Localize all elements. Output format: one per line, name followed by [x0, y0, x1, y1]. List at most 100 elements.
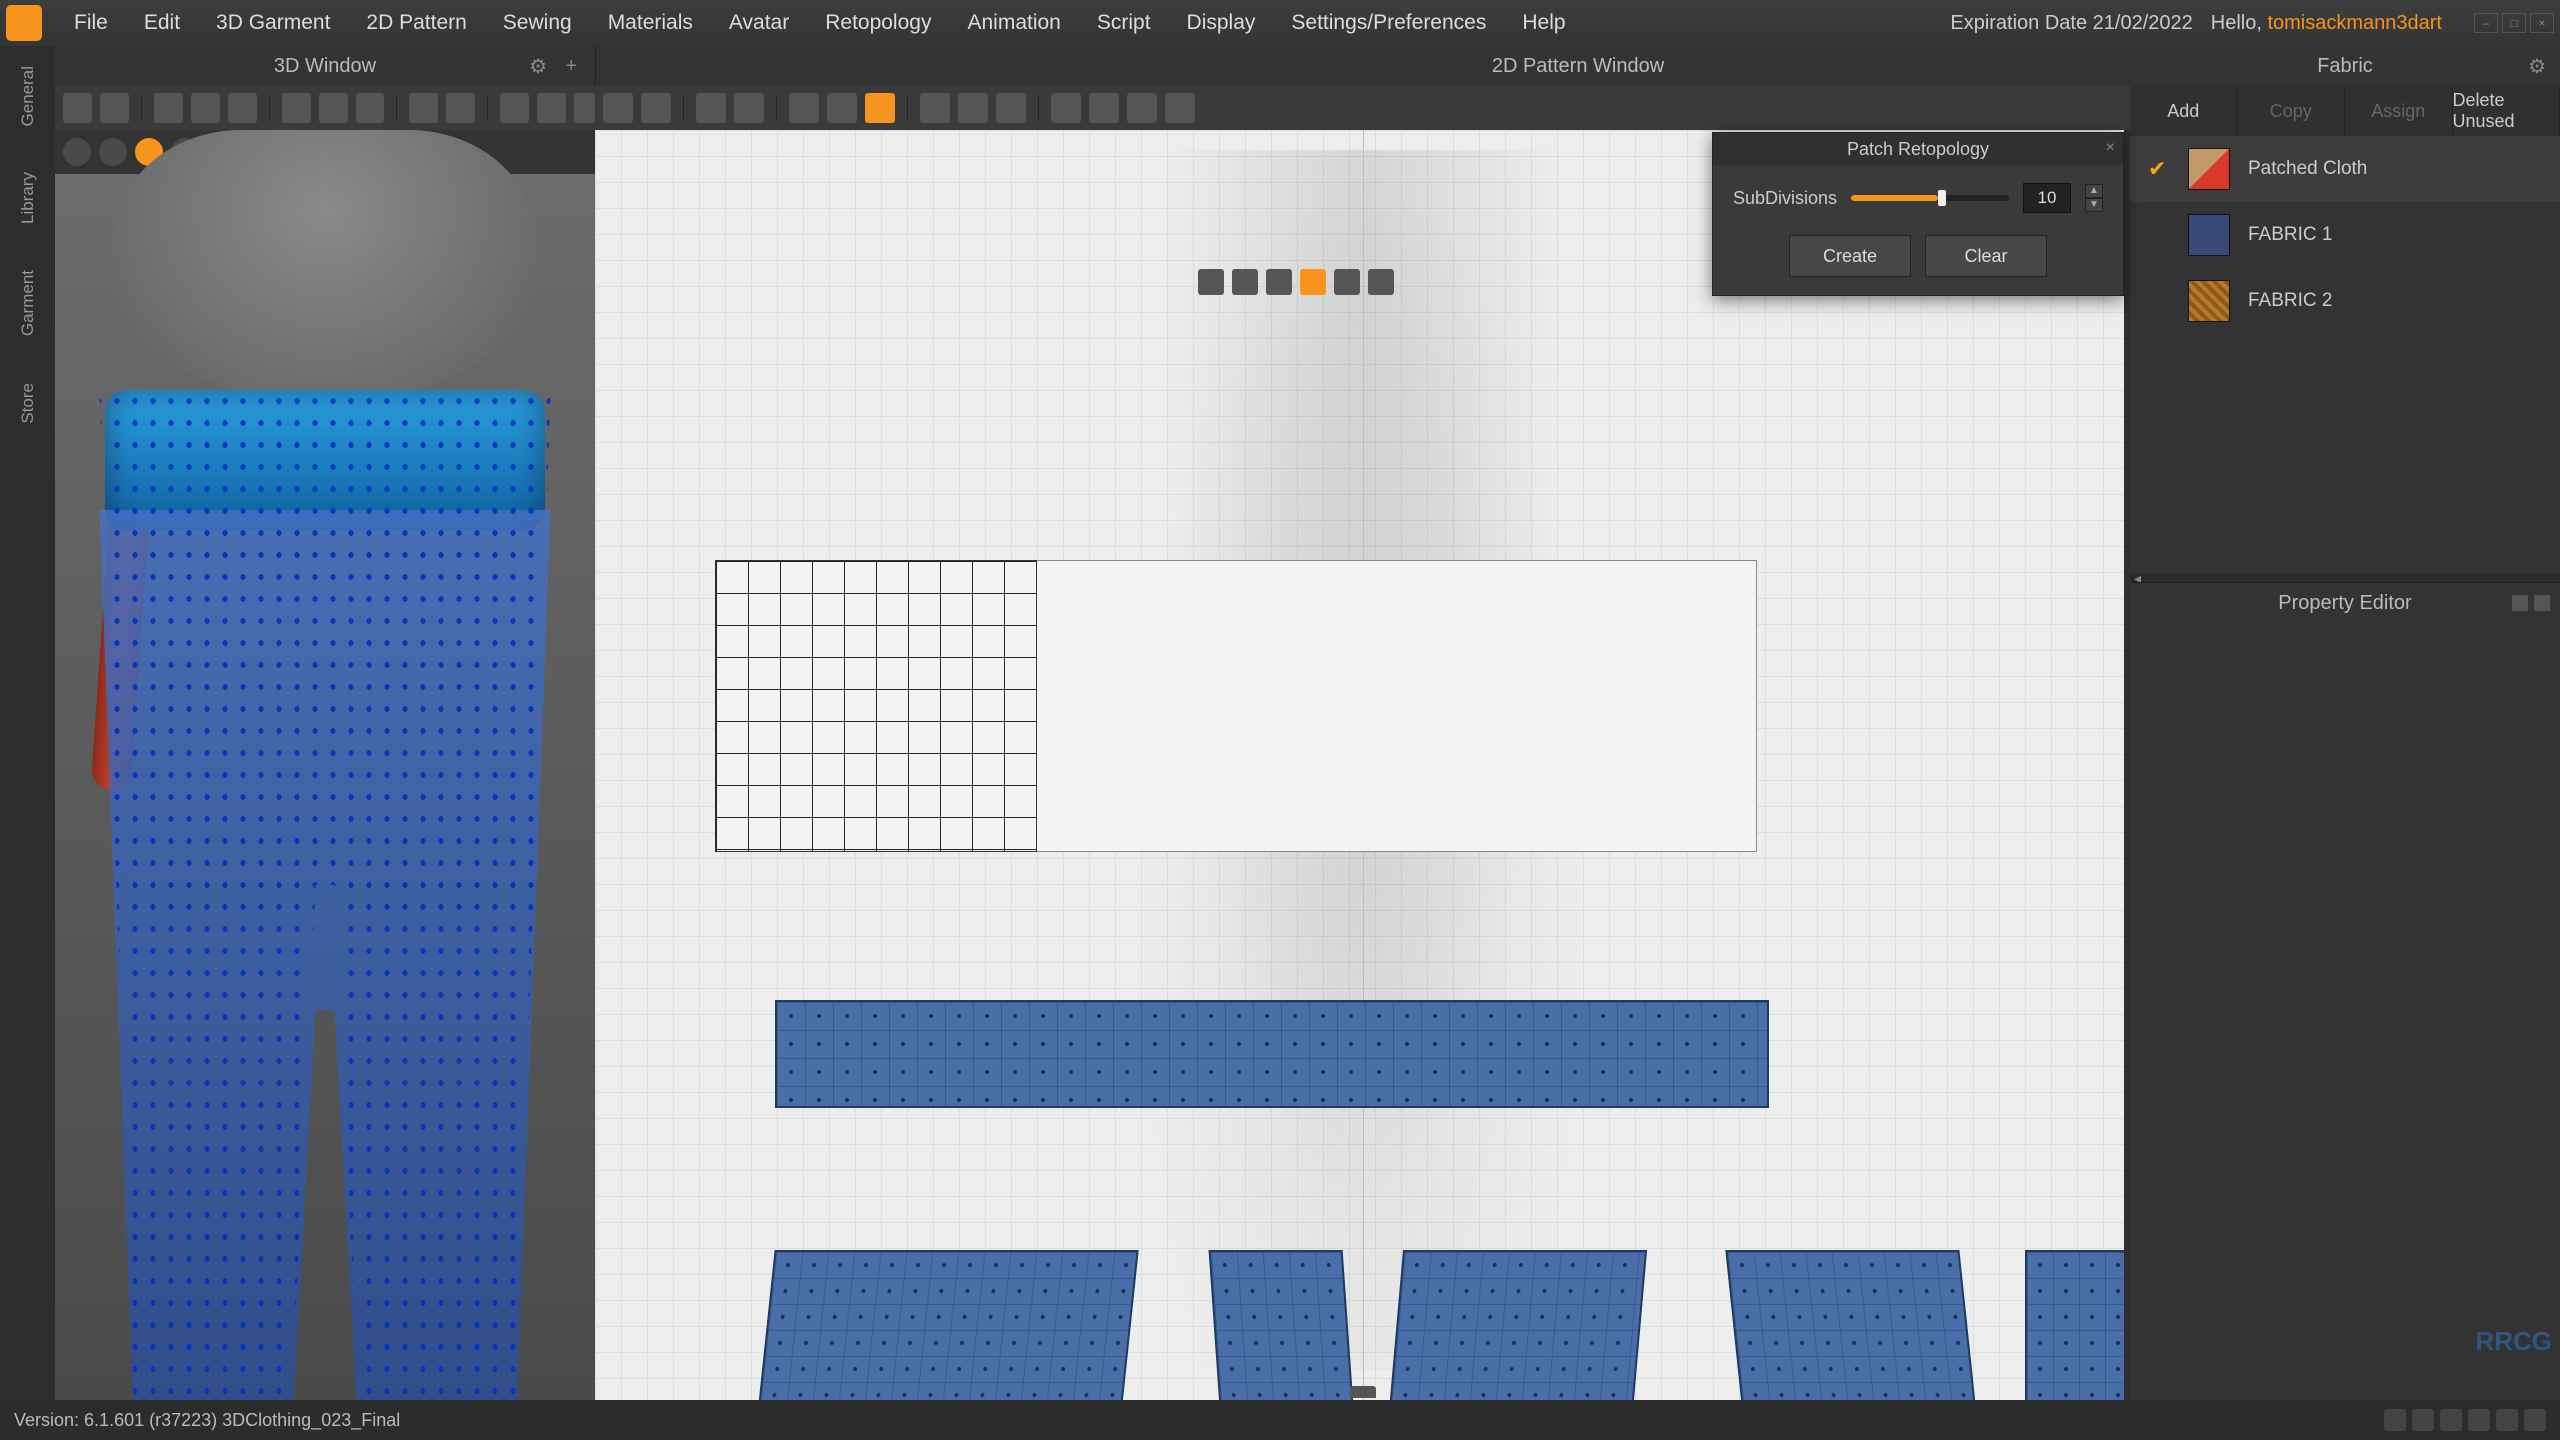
tool-rotate-icon[interactable] — [319, 93, 348, 123]
tab-fabric[interactable]: Fabric ⚙ — [2130, 46, 2560, 86]
menu-edit[interactable]: Edit — [126, 11, 198, 35]
dialog-titlebar[interactable]: Patch Retopology × — [1713, 133, 2123, 165]
tool2d-dart-icon[interactable] — [920, 93, 950, 123]
rail-general[interactable]: General — [18, 56, 38, 136]
dialog-close-icon[interactable]: × — [2106, 139, 2115, 157]
menu-materials[interactable]: Materials — [590, 11, 711, 35]
tab-3d-settings-icon[interactable]: ⚙ — [529, 54, 547, 79]
tab-3d-window[interactable]: 3D Window + ⚙ — [55, 46, 596, 86]
rail-garment[interactable]: Garment — [18, 260, 38, 346]
shade-1-icon[interactable] — [63, 138, 91, 166]
viewport-3d[interactable] — [55, 130, 595, 1400]
tool2d-cut-icon[interactable] — [789, 93, 819, 123]
subdivisions-slider[interactable] — [1851, 195, 2009, 201]
view2d-6-icon[interactable] — [1368, 269, 1394, 295]
create-button[interactable]: Create — [1789, 235, 1911, 277]
menu-avatar[interactable]: Avatar — [711, 11, 807, 35]
tool2d-trace-icon[interactable] — [827, 93, 857, 123]
view2d-5-icon[interactable] — [1334, 269, 1360, 295]
tool-measure-icon[interactable] — [409, 93, 438, 123]
username-link[interactable]: tomisackmann3dart — [2267, 12, 2442, 34]
pattern-panel-retopo-grid[interactable] — [715, 560, 1037, 852]
prop-pop-icon[interactable] — [2512, 595, 2528, 611]
status-icon-1[interactable] — [2384, 1409, 2406, 1431]
menu-3d-garment[interactable]: 3D Garment — [198, 11, 348, 35]
subdivisions-spinner[interactable]: ▲▼ — [2085, 184, 2103, 212]
pattern-piece-2[interactable] — [1209, 1250, 1356, 1400]
menu-settings[interactable]: Settings/Preferences — [1273, 11, 1504, 35]
window-controls: – □ × — [2474, 13, 2554, 33]
tool2d-edit-icon[interactable] — [641, 93, 671, 123]
menu-sewing[interactable]: Sewing — [485, 11, 590, 35]
tool-align-icon[interactable] — [282, 93, 311, 123]
view2d-3-icon[interactable] — [1266, 269, 1292, 295]
subdivisions-value[interactable]: 10 — [2023, 183, 2071, 213]
menu-2d-pattern[interactable]: 2D Pattern — [348, 11, 484, 35]
view2d-4-icon[interactable] — [1300, 269, 1326, 295]
property-editor-header[interactable]: Property Editor — [2130, 582, 2560, 623]
tool-pin-icon[interactable] — [154, 93, 183, 123]
menu-file[interactable]: File — [56, 11, 126, 35]
rail-library[interactable]: Library — [18, 162, 38, 234]
menu-retopology[interactable]: Retopology — [807, 11, 949, 35]
pattern-piece-4[interactable] — [1725, 1250, 1978, 1400]
window-close-icon[interactable]: × — [2530, 13, 2554, 33]
tool-edit-icon[interactable] — [191, 93, 220, 123]
window-maximize-icon[interactable]: □ — [2502, 13, 2526, 33]
status-icon-4[interactable] — [2468, 1409, 2490, 1431]
fabric-assign-button[interactable]: Assign — [2345, 86, 2453, 136]
left-rail: General Library Garment Store — [0, 46, 55, 1400]
menu-display[interactable]: Display — [1169, 11, 1274, 35]
fabric-item-2[interactable]: FABRIC 2 — [2130, 268, 2560, 334]
tool2d-select-icon[interactable] — [603, 93, 633, 123]
pattern-waistband-strip[interactable] — [775, 1000, 1769, 1108]
tool2d-notch-icon[interactable] — [958, 93, 988, 123]
fabric-item-1[interactable]: FABRIC 1 — [2130, 202, 2560, 268]
tool2d-paste-icon[interactable] — [734, 93, 764, 123]
tool-flip-icon[interactable] — [356, 93, 385, 123]
tool-move-icon[interactable] — [100, 93, 129, 123]
tool2d-active-icon[interactable] — [865, 93, 895, 123]
rail-store[interactable]: Store — [18, 373, 38, 434]
fabric-item-patched[interactable]: ✔ Patched Cloth — [2130, 136, 2560, 202]
fabric-copy-button[interactable]: Copy — [2238, 86, 2346, 136]
property-editor-body — [2130, 623, 2560, 1400]
tool2d-seam-icon[interactable] — [996, 93, 1026, 123]
pattern-piece-1[interactable] — [755, 1250, 1138, 1400]
panel-divider[interactable]: ◂ — [2130, 574, 2560, 582]
menu-help[interactable]: Help — [1504, 11, 1583, 35]
view2d-1-icon[interactable] — [1198, 269, 1224, 295]
clear-button[interactable]: Clear — [1925, 235, 2047, 277]
fabric-delete-button[interactable]: Delete Unused — [2453, 86, 2560, 136]
status-icon-6[interactable] — [2524, 1409, 2546, 1431]
tool2d-extra-icon[interactable] — [1127, 93, 1157, 123]
tool2d-copy-icon[interactable] — [696, 93, 726, 123]
viewport-2d[interactable] — [595, 130, 2130, 1400]
main-menubar: File Edit 3D Garment 2D Pattern Sewing M… — [0, 0, 2560, 46]
view2d-2-icon[interactable] — [1232, 269, 1258, 295]
tool-sew-icon[interactable] — [228, 93, 257, 123]
fabric-add-button[interactable]: Add — [2130, 86, 2238, 136]
status-icon-2[interactable] — [2412, 1409, 2434, 1431]
status-view-icons — [2384, 1409, 2546, 1431]
tool-tape-icon[interactable] — [446, 93, 475, 123]
tab-3d-add-icon[interactable]: + — [565, 55, 577, 78]
tool2d-grid-icon[interactable] — [1051, 93, 1081, 123]
tool2d-ruler-icon[interactable] — [1089, 93, 1119, 123]
pattern-piece-5[interactable] — [2025, 1250, 2129, 1400]
prop-close-icon[interactable] — [2534, 595, 2550, 611]
shade-2-icon[interactable] — [99, 138, 127, 166]
tab-fabric-settings-icon[interactable]: ⚙ — [2528, 54, 2546, 79]
pattern-piece-3[interactable] — [1387, 1250, 1647, 1400]
tool-select-icon[interactable] — [63, 93, 92, 123]
menu-script[interactable]: Script — [1079, 11, 1169, 35]
status-icon-3[interactable] — [2440, 1409, 2462, 1431]
window-minimize-icon[interactable]: – — [2474, 13, 2498, 33]
menu-animation[interactable]: Animation — [949, 11, 1078, 35]
status-icon-5[interactable] — [2496, 1409, 2518, 1431]
viewport-resize-handle-icon[interactable] — [1350, 1386, 1376, 1398]
tool2d-more-icon[interactable] — [1165, 93, 1195, 123]
tool-grid-icon[interactable] — [500, 93, 529, 123]
tool-snap-icon[interactable] — [537, 93, 566, 123]
version-label: Version: 6.1.601 (r37223) 3DClothing_023… — [14, 1410, 400, 1431]
